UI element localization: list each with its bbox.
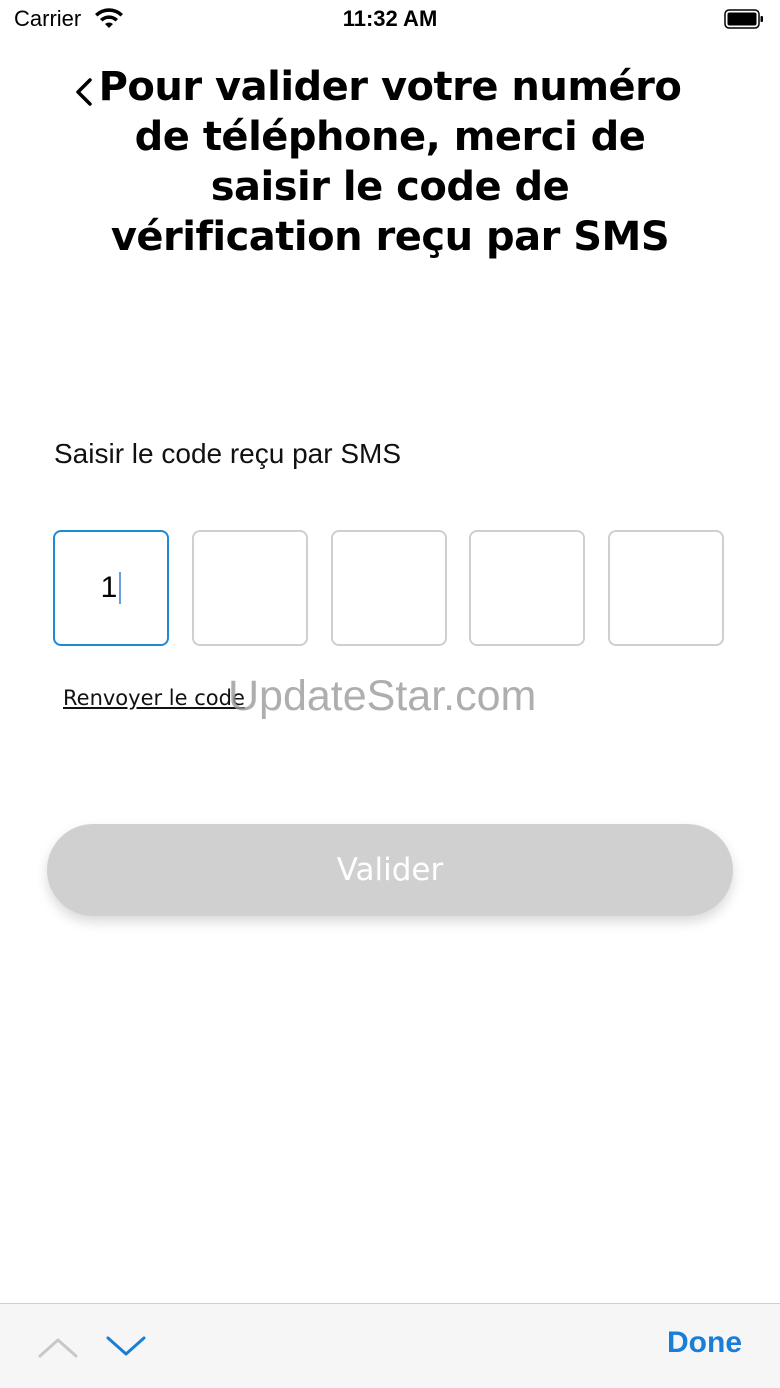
chevron-down-icon[interactable] [104,1332,148,1362]
text-caret [119,572,122,604]
validate-button[interactable]: Valider [47,824,733,916]
code-digit-5[interactable] [608,530,724,646]
code-digit-1-value: 1 [100,571,118,604]
code-digit-3[interactable] [331,530,447,646]
code-input-group: 1 [53,530,728,650]
keyboard-accessory-bar: Done [0,1303,780,1388]
code-digit-2[interactable] [192,530,308,646]
done-button[interactable]: Done [667,1326,742,1360]
status-bar: Carrier 11:32 AM [0,0,780,40]
chevron-up-icon[interactable] [36,1332,80,1362]
code-digit-4[interactable] [469,530,585,646]
battery-icon [724,9,763,29]
code-digit-1[interactable]: 1 [53,530,169,646]
clock: 11:32 AM [342,6,438,31]
resend-code-link[interactable]: Renvoyer le code [63,686,245,710]
page-title: Pour valider votre numéro de téléphone, … [98,64,682,260]
code-label: Saisir le code reçu par SMS [54,438,402,469]
watermark: UpdateStar.com [228,672,537,720]
